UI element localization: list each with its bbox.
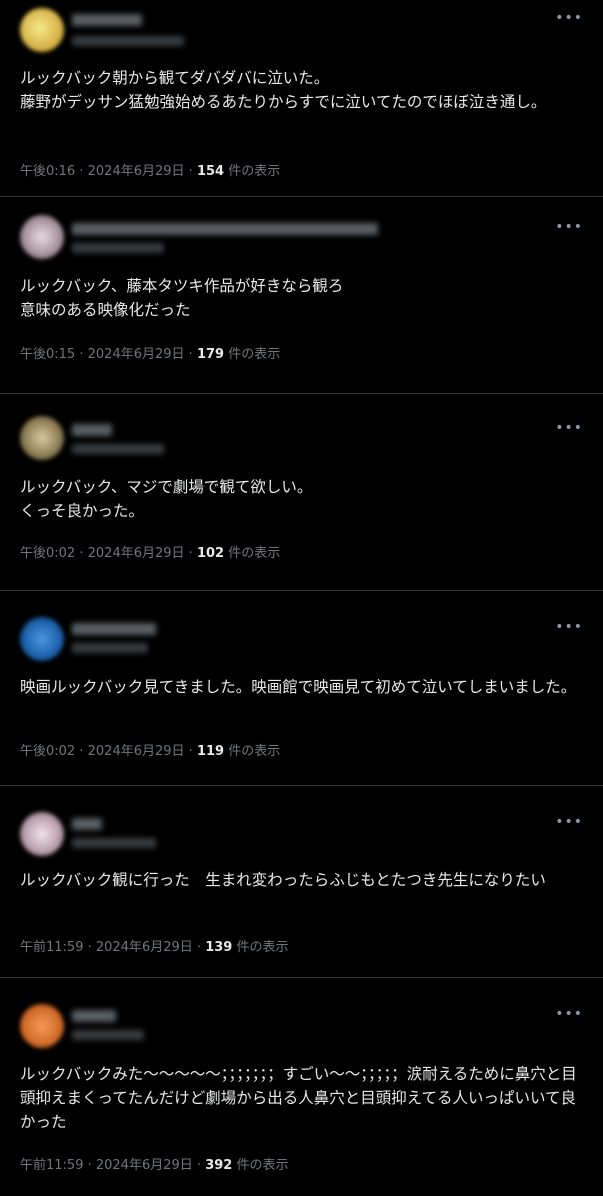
more-icon[interactable]: ••• — [555, 219, 583, 235]
post-date[interactable]: 2024年6月29日 — [88, 347, 185, 362]
avatar[interactable] — [20, 8, 64, 52]
post-text: ルックバック、藤本タツキ作品が好きなら観ろ 意味のある映像化だった — [20, 277, 344, 319]
avatar[interactable] — [20, 1004, 64, 1048]
display-name-blurred[interactable] — [72, 623, 156, 635]
more-icon[interactable]: ••• — [555, 420, 583, 436]
view-label: 件の表示 — [228, 164, 281, 179]
avatar[interactable] — [20, 416, 64, 460]
view-count: 119 — [196, 744, 225, 759]
post-text: ルックバック観に行った 生まれ変わったらふじもとたつき先生になりたい — [20, 871, 546, 889]
view-label: 件の表示 — [228, 744, 281, 759]
post-text: 映画ルックバック見てきました。映画館で映画見て初めて泣いてしまいました。 — [20, 678, 577, 696]
post-meta: 午後0:02 · 2024年6月29日 · 102 件の表示 — [20, 546, 281, 561]
handle-blurred — [72, 643, 148, 653]
view-label: 件の表示 — [228, 347, 281, 362]
post-date[interactable]: 2024年6月29日 — [96, 940, 193, 955]
post-time[interactable]: 午前11:59 — [20, 1158, 83, 1173]
post-time[interactable]: 午後0:16 — [20, 164, 75, 179]
view-count: 392 — [205, 1158, 233, 1173]
post-meta: 午前11:59 · 2024年6月29日 · 392 件の表示 — [20, 1158, 289, 1173]
avatar[interactable] — [20, 215, 64, 259]
more-icon[interactable]: ••• — [555, 619, 583, 635]
post-time[interactable]: 午後0:02 — [20, 546, 75, 561]
post-3[interactable]: ••• ルックバック、マジで劇場で観て欲しい。 くっそ良かった。 午後0:02 … — [0, 394, 603, 591]
post-date[interactable]: 2024年6月29日 — [88, 546, 185, 561]
post-6[interactable]: ••• ルックバックみた〜〜〜〜〜；；；；；；；すごい〜〜；；；；；涙耐えるため… — [0, 978, 603, 1196]
view-label: 件の表示 — [236, 940, 289, 955]
view-label: 件の表示 — [236, 1158, 289, 1173]
handle-blurred — [72, 1030, 144, 1040]
view-count: 179 — [196, 347, 225, 362]
handle-blurred — [72, 838, 156, 848]
post-5[interactable]: ••• ルックバック観に行った 生まれ変わったらふじもとたつき先生になりたい 午… — [0, 786, 603, 978]
post-2[interactable]: ••• ルックバック、藤本タツキ作品が好きなら観ろ 意味のある映像化だった 午後… — [0, 197, 603, 394]
post-text: ルックバック、マジで劇場で観て欲しい。 くっそ良かった。 — [20, 478, 313, 520]
post-text: ルックバックみた〜〜〜〜〜；；；；；；；すごい〜〜；；；；；涙耐えるために鼻穴と… — [20, 1065, 577, 1131]
post-meta: 午前11:59 · 2024年6月29日 · 139 件の表示 — [20, 940, 289, 955]
handle-blurred — [72, 243, 164, 253]
post-time[interactable]: 午後0:15 — [20, 347, 75, 362]
view-count: 102 — [196, 546, 225, 561]
more-icon[interactable]: ••• — [555, 10, 583, 26]
avatar[interactable] — [20, 617, 64, 661]
display-name-blurred[interactable] — [72, 424, 112, 436]
post-date[interactable]: 2024年6月29日 — [96, 1158, 193, 1173]
view-count: 154 — [196, 164, 225, 179]
post-text: ルックバック朝から観てダバダバに泣いた。 藤野がデッサン猛勉強始めるあたりからす… — [20, 69, 547, 111]
more-icon[interactable]: ••• — [555, 1006, 583, 1022]
avatar[interactable] — [20, 812, 64, 856]
display-name-blurred[interactable] — [72, 14, 142, 26]
post-1[interactable]: ••• ルックバック朝から観てダバダバに泣いた。 藤野がデッサン猛勉強始めるあた… — [0, 0, 603, 197]
post-time[interactable]: 午前11:59 — [20, 940, 83, 955]
post-date[interactable]: 2024年6月29日 — [88, 744, 185, 759]
more-icon[interactable]: ••• — [555, 814, 583, 830]
display-name-blurred[interactable] — [72, 818, 102, 830]
post-time[interactable]: 午後0:02 — [20, 744, 75, 759]
display-name-blurred[interactable] — [72, 1010, 116, 1022]
post-meta: 午後0:16 · 2024年6月29日 · 154 件の表示 — [20, 164, 281, 179]
post-4[interactable]: ••• 映画ルックバック見てきました。映画館で映画見て初めて泣いてしまいました。… — [0, 591, 603, 786]
post-date[interactable]: 2024年6月29日 — [88, 164, 185, 179]
view-count: 139 — [205, 940, 233, 955]
handle-blurred — [72, 36, 184, 46]
handle-blurred — [72, 444, 164, 454]
display-name-blurred[interactable] — [72, 223, 378, 235]
post-meta: 午後0:02 · 2024年6月29日 · 119 件の表示 — [20, 744, 281, 759]
post-meta: 午後0:15 · 2024年6月29日 · 179 件の表示 — [20, 347, 281, 362]
view-label: 件の表示 — [228, 546, 281, 561]
